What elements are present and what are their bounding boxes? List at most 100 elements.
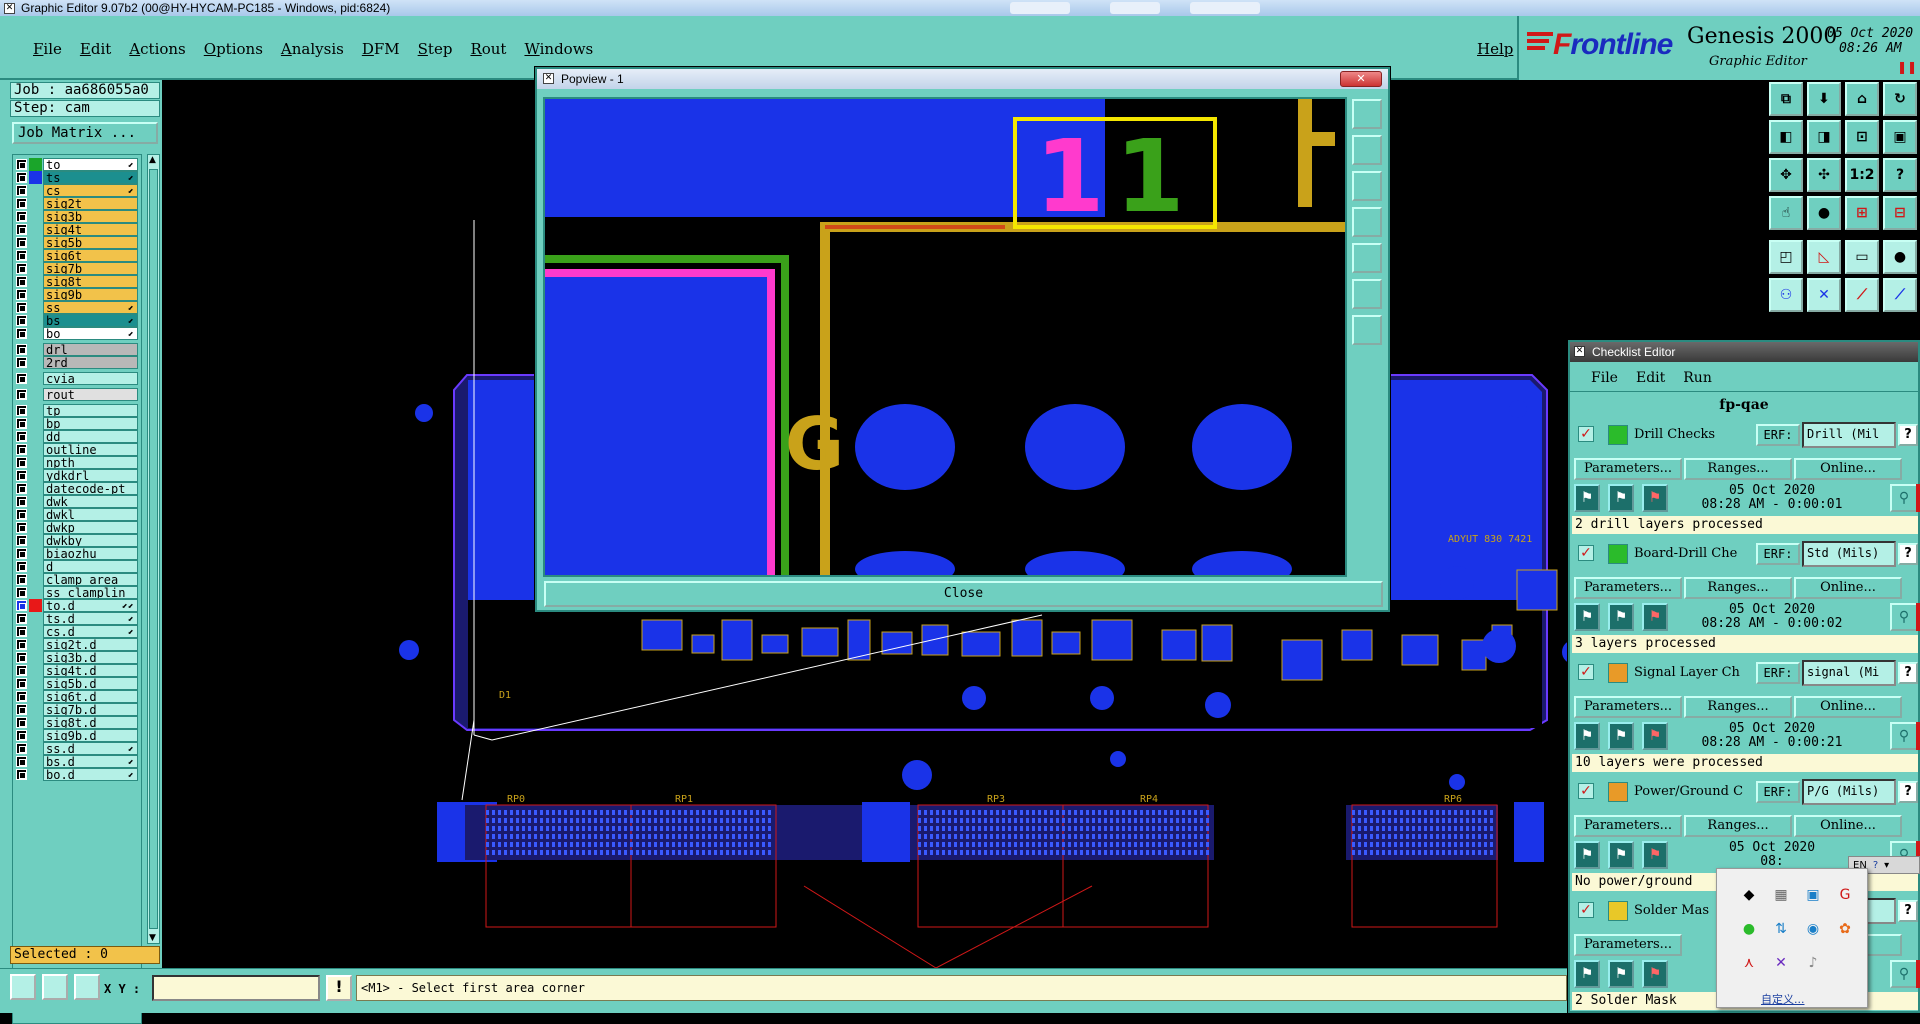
layer-row[interactable]: to.d ⬋⬋ (13, 598, 143, 612)
layer-toggle-checkbox[interactable] (16, 469, 27, 481)
snap-icon[interactable]: ● (1807, 196, 1841, 230)
xy-coordinate-input[interactable] (152, 975, 320, 1001)
layer-color-swatch[interactable] (29, 372, 42, 385)
layer-name[interactable]: ydkdrl (43, 468, 138, 482)
layer-color-swatch[interactable] (29, 768, 42, 781)
erf-button[interactable]: ERF: (1756, 662, 1800, 684)
angle-icon[interactable]: ◺ (1807, 240, 1841, 274)
layer-toggle-checkbox[interactable] (16, 372, 27, 384)
popview-canvas[interactable]: 1 1 G (543, 97, 1347, 587)
layer-name[interactable]: sig8t (43, 274, 138, 288)
layer-row[interactable]: to ⬋ (13, 157, 143, 171)
popview-close-icon[interactable]: ✕ (1340, 71, 1382, 87)
tray-x-icon[interactable]: ✕ (1771, 953, 1791, 973)
layer-name[interactable]: drl (43, 342, 138, 356)
layer-name[interactable]: sig3b.d (43, 650, 138, 664)
layer-color-swatch[interactable] (29, 343, 42, 356)
layer-name[interactable]: sig2t.d (43, 637, 138, 651)
layer-color-swatch[interactable] (29, 404, 42, 417)
layer-row[interactable]: cvia (13, 371, 143, 385)
layer-color-swatch[interactable] (29, 495, 42, 508)
tray-g-icon[interactable]: G (1835, 885, 1855, 905)
layer-color-swatch[interactable] (29, 742, 42, 755)
menu-help[interactable]: Help (1468, 40, 1522, 58)
layer-toggle-checkbox[interactable] (16, 262, 27, 274)
layer-row[interactable]: sig8t.d (13, 715, 143, 729)
layer-color-swatch[interactable] (29, 729, 42, 742)
stop-check-icon[interactable]: ⚑ (1642, 960, 1668, 988)
layer-name[interactable]: sig6t.d (43, 689, 138, 703)
results-magnifier-icon[interactable]: ⚲ (1890, 960, 1918, 988)
layer-toggle-checkbox[interactable] (16, 638, 27, 650)
angle-mode-icon[interactable] (42, 974, 68, 1000)
run-check-icon[interactable]: ⚑ (1608, 960, 1634, 988)
layer-color-swatch[interactable] (29, 327, 42, 340)
layer-row[interactable]: sig8t (13, 274, 143, 288)
popview-up-icon[interactable] (1352, 135, 1382, 165)
layer-name[interactable]: outline (43, 442, 138, 456)
layer-row[interactable]: ydkdrl (13, 468, 143, 482)
layer-toggle-checkbox[interactable] (16, 495, 27, 507)
layer-toggle-checkbox[interactable] (16, 742, 27, 754)
cross-icon[interactable]: ✕ (1807, 278, 1841, 312)
layer-name[interactable]: tp (43, 403, 138, 417)
job-matrix-button[interactable]: Job Matrix ... (12, 122, 158, 144)
layer-toggle-checkbox[interactable] (16, 210, 27, 222)
checklist-menu-run[interactable]: Run (1674, 370, 1721, 386)
layer-name[interactable]: cs.d ⬋ (43, 624, 138, 638)
layer-toggle-checkbox[interactable] (16, 573, 27, 585)
layer-name[interactable]: 2rd (43, 355, 138, 369)
layer-row[interactable]: tp (13, 403, 143, 417)
run-check-icon[interactable]: ⚑ (1574, 603, 1600, 631)
layer-row[interactable]: ss_clamplin (13, 585, 143, 599)
layer-name[interactable]: bs.d ⬋ (43, 754, 138, 768)
scroll-down-icon[interactable]: ▼ (149, 933, 156, 943)
layer-name[interactable]: npth (43, 455, 138, 469)
layer-row[interactable]: sig3b (13, 209, 143, 223)
check-name[interactable]: Drill Checks (1634, 427, 1754, 442)
scroll-thumb[interactable] (149, 169, 158, 929)
layer-name[interactable]: sig7b (43, 261, 138, 275)
layer-toggle-checkbox[interactable] (16, 729, 27, 741)
layer-color-swatch[interactable] (29, 612, 42, 625)
layer-color-swatch[interactable] (29, 586, 42, 599)
grid-mode-icon[interactable] (74, 974, 100, 1000)
zoom-prev-icon[interactable]: ◧ (1769, 120, 1803, 154)
layer-name[interactable]: sig2t (43, 196, 138, 210)
layer-name[interactable]: dd (43, 429, 138, 443)
layer-color-swatch[interactable] (29, 755, 42, 768)
layer-color-swatch[interactable] (29, 388, 42, 401)
net-icon[interactable]: ⊞ (1845, 196, 1879, 230)
popview-down-icon[interactable] (1352, 171, 1382, 201)
layer-row[interactable]: dwkby (13, 533, 143, 547)
layer-color-swatch[interactable] (29, 443, 42, 456)
run-check-icon[interactable]: ⚑ (1608, 722, 1634, 750)
checklist-menu-file[interactable]: File (1582, 370, 1627, 386)
run-check-icon[interactable]: ⚑ (1574, 960, 1600, 988)
check-help-button[interactable]: ? (1898, 781, 1918, 803)
layer-name[interactable]: ts ⬋ (43, 170, 138, 184)
run-check-icon[interactable]: ⚑ (1574, 722, 1600, 750)
tray-customize-link[interactable]: 自定义... (1761, 991, 1805, 1007)
results-magnifier-icon[interactable]: ⚲ (1890, 603, 1918, 631)
chevron-down-icon[interactable]: ▾ (1884, 860, 1889, 871)
layer-toggle-checkbox[interactable] (16, 768, 27, 780)
layer-name[interactable]: cs ⬋ (43, 183, 138, 197)
layer-color-swatch[interactable] (29, 508, 42, 521)
pad-icon[interactable]: ● (1883, 240, 1917, 274)
popview-left-icon[interactable] (1352, 207, 1382, 237)
results-magnifier-icon[interactable]: ⚲ (1890, 722, 1918, 750)
layer-toggle-checkbox[interactable] (16, 288, 27, 300)
pan-icon[interactable]: ✣ (1807, 158, 1841, 192)
layer-color-swatch[interactable] (29, 573, 42, 586)
layer-toggle-checkbox[interactable] (16, 404, 27, 416)
layer-row[interactable]: ss ⬋ (13, 300, 143, 314)
save-icon[interactable]: ⬇ (1807, 82, 1841, 116)
zoom-next-icon[interactable]: ◨ (1807, 120, 1841, 154)
layer-name[interactable]: bs ⬋ (43, 313, 138, 327)
check-enabled-checkbox[interactable]: ✓ (1578, 545, 1594, 561)
run-check-icon[interactable]: ⚑ (1608, 603, 1634, 631)
layer-row[interactable]: sig7b.d (13, 702, 143, 716)
layer-row[interactable]: outline (13, 442, 143, 456)
home-icon[interactable]: ⌂ (1845, 82, 1879, 116)
